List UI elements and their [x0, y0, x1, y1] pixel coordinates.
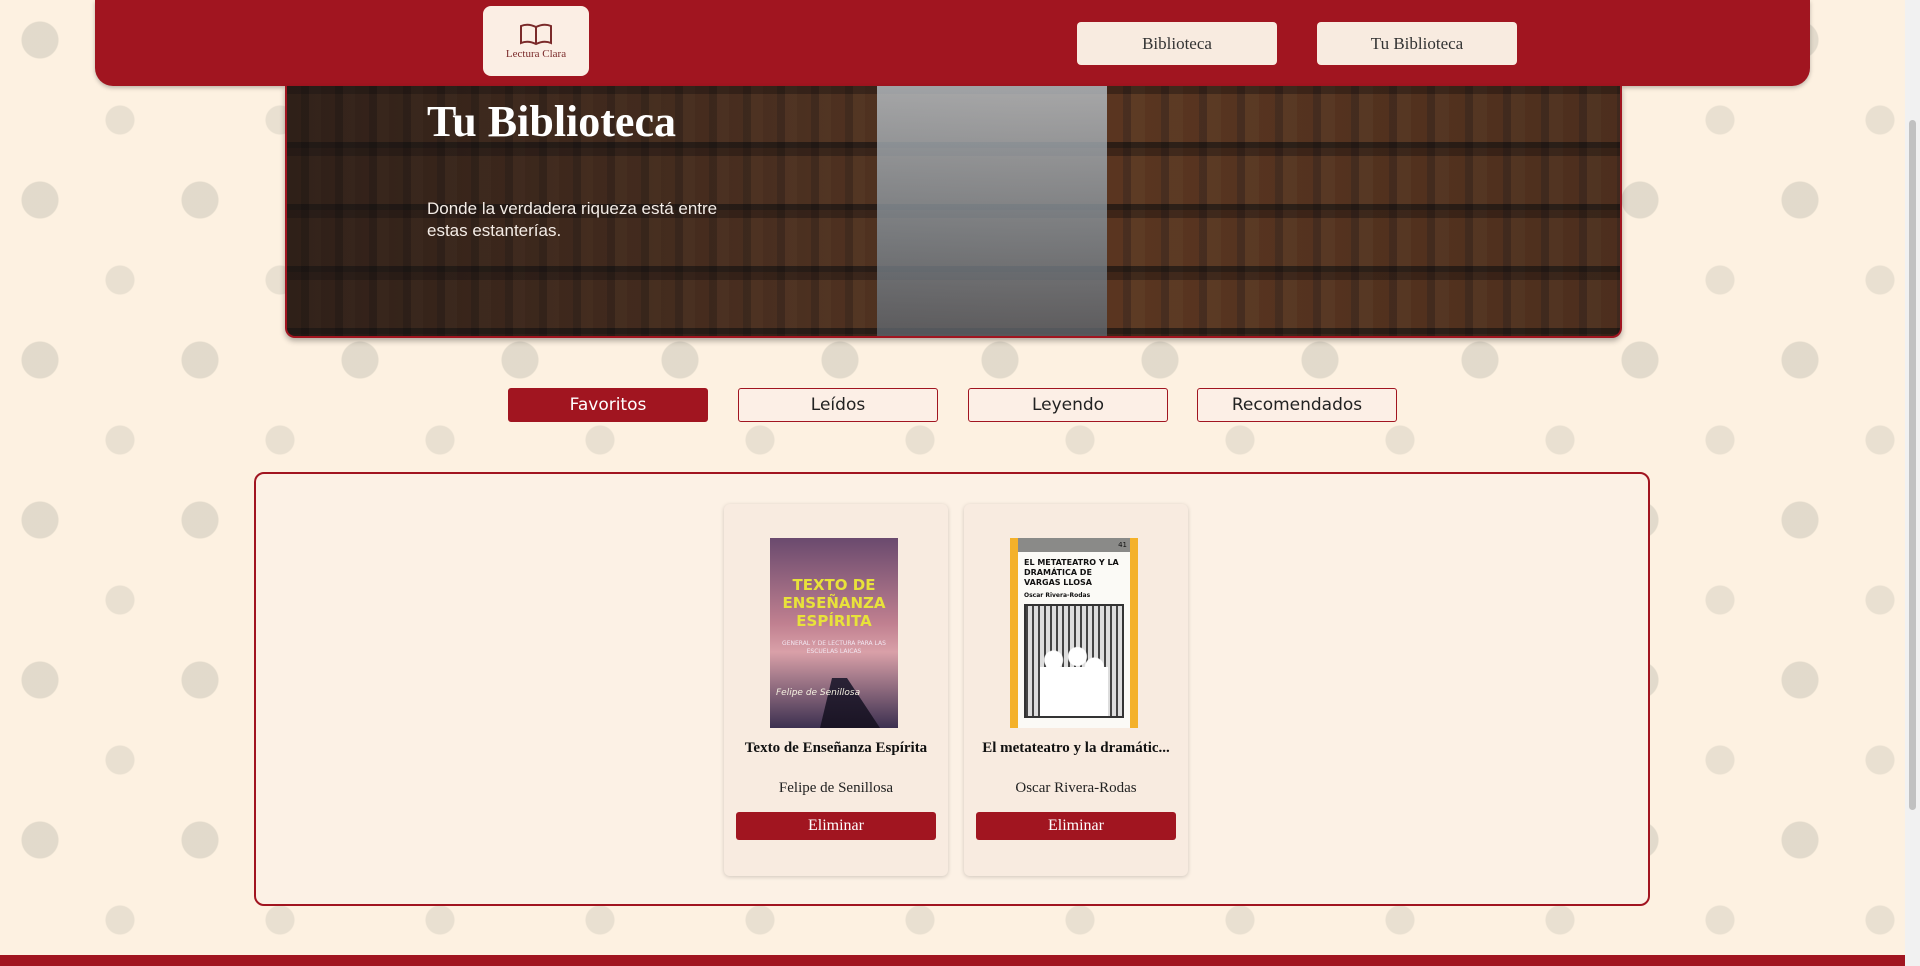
cover-pier-illustration [820, 678, 880, 728]
tab-recomendados[interactable]: Recomendados [1197, 388, 1397, 422]
cover-number: 41 [1118, 541, 1127, 549]
tab-favoritos[interactable]: Favoritos [508, 388, 708, 422]
hero-subtitle: Donde la verdadera riqueza está entre es… [427, 199, 718, 240]
book-cover[interactable]: TEXTO DE ENSEÑANZA ESPÍRITA GENERAL Y DE… [770, 538, 898, 728]
cover-subtitle: GENERAL Y DE LECTURA PARA LAS ESCUELAS L… [782, 640, 886, 655]
hero-banner: Tu Biblioteca Donde la verdadera riqueza… [285, 86, 1622, 338]
nav-biblioteca-button[interactable]: Biblioteca [1077, 22, 1277, 65]
book-card[interactable]: TEXTO DE ENSEÑANZA ESPÍRITA GENERAL Y DE… [724, 504, 948, 876]
cover-page: 41 EL METATEATRO Y LA DRAMÁTICA DE VARGA… [1018, 538, 1130, 728]
books-panel: TEXTO DE ENSEÑANZA ESPÍRITA GENERAL Y DE… [254, 472, 1650, 906]
top-navbar: Lectura Clara Biblioteca Tu Biblioteca [95, 0, 1810, 86]
hero-image-shelves-right [1107, 86, 1620, 336]
book-author: Felipe de Senillosa [778, 780, 894, 796]
tab-leidos[interactable]: Leídos [738, 388, 938, 422]
cover-title: EL METATEATRO Y LA DRAMÁTICA DE VARGAS L… [1024, 558, 1119, 587]
book-author: Oscar Rivera-Rodas [1015, 780, 1137, 796]
page-title: Tu Biblioteca [427, 97, 676, 146]
scrollbar-thumb[interactable] [1909, 120, 1916, 810]
remove-book-button[interactable]: Eliminar [976, 812, 1176, 840]
cover-author: Felipe de Senillosa [776, 688, 861, 698]
book-card[interactable]: 41 EL METATEATRO Y LA DRAMÁTICA DE VARGA… [964, 504, 1188, 876]
logo-text: Lectura Clara [505, 48, 567, 60]
book-title: Texto de Enseñanza Espírita [744, 740, 928, 756]
book-cover[interactable]: 41 EL METATEATRO Y LA DRAMÁTICA DE VARGA… [1010, 538, 1138, 728]
open-book-icon [520, 23, 552, 46]
tab-leyendo[interactable]: Leyendo [968, 388, 1168, 422]
cover-author: Oscar Rivera-Rodas [1024, 592, 1091, 599]
site-logo[interactable]: Lectura Clara [483, 6, 589, 76]
cover-title: TEXTO DE ENSEÑANZA ESPÍRITA [782, 576, 886, 630]
nav-tu-biblioteca-button[interactable]: Tu Biblioteca [1317, 22, 1517, 65]
page-scrollbar[interactable] [1905, 0, 1920, 966]
cover-theater-illustration [1024, 604, 1124, 718]
cover-header-bar: 41 [1018, 538, 1130, 552]
remove-book-button[interactable]: Eliminar [736, 812, 936, 840]
hero-image-aisle [877, 86, 1107, 336]
book-title: El metateatro y la dramátic... [982, 740, 1170, 756]
footer-bar [0, 955, 1920, 966]
